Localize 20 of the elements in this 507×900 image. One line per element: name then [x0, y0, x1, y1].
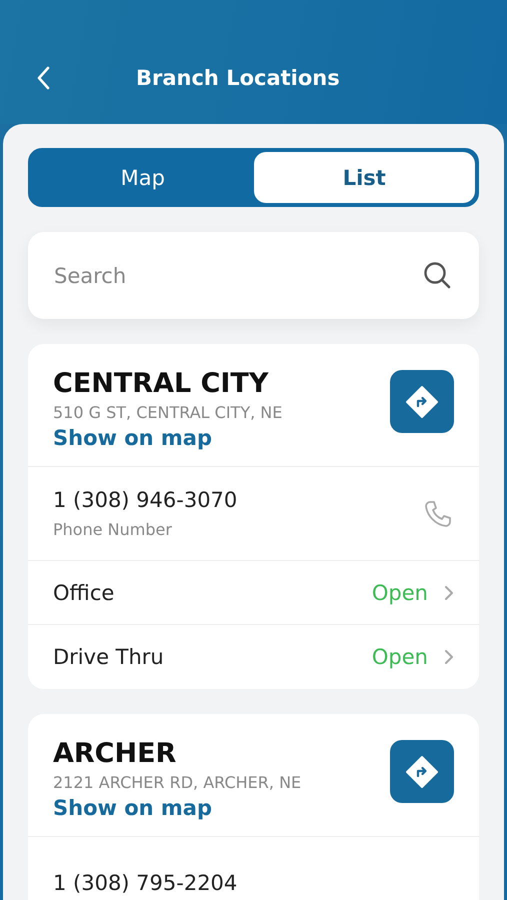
chevron-icon — [444, 584, 454, 600]
screen-title: Branch Locations — [136, 66, 340, 90]
view-tab[interactable]: Map — [32, 152, 254, 203]
phone-label: Phone Number — [53, 520, 173, 539]
directions-button[interactable] — [390, 740, 454, 803]
branch-name: CENTRAL CITY — [53, 368, 270, 399]
chevron-icon — [444, 649, 454, 665]
branch-name: ARCHER — [53, 738, 178, 769]
back-icon — [36, 66, 50, 90]
branch-address: 510 G ST, CENTRAL CITY, NE — [53, 403, 282, 422]
show-on-map-link[interactable]: Show on map — [53, 426, 282, 450]
search-field[interactable]: Search — [28, 232, 479, 319]
show-on-map-link[interactable]: Show on map — [53, 796, 302, 820]
phone-number: 1 (308) 795-2204 — [53, 870, 238, 896]
view-tab[interactable]: List — [254, 152, 475, 203]
directions-icon — [405, 384, 439, 418]
phone-number: 1 (308) 946-3070 — [53, 488, 238, 514]
directions-icon — [405, 754, 439, 788]
branch-address: 2121 ARCHER RD, ARCHER, NE — [53, 773, 302, 792]
directions-button[interactable] — [390, 370, 454, 433]
